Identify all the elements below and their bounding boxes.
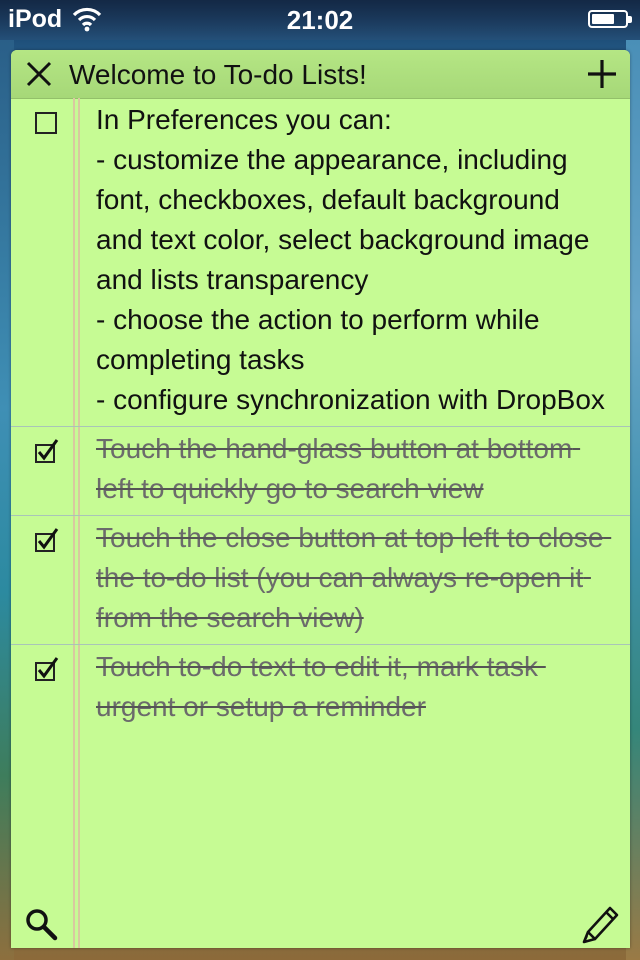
checked-checkbox-icon[interactable] xyxy=(33,528,59,554)
todo-item-text[interactable]: Touch to-do text to edit it, mark task u… xyxy=(96,645,612,733)
todo-item-text[interactable]: Touch the close button at top left to cl… xyxy=(96,516,612,644)
battery-icon xyxy=(588,10,632,28)
close-button[interactable] xyxy=(21,56,57,92)
list-title[interactable]: Welcome to To-do Lists! xyxy=(69,59,367,91)
close-icon xyxy=(26,61,52,87)
clock: 21:02 xyxy=(286,5,354,35)
search-icon xyxy=(26,909,58,941)
todo-item[interactable]: Touch the close button at top left to cl… xyxy=(11,516,630,645)
list-footer xyxy=(11,898,630,948)
battery-level xyxy=(592,14,614,24)
unchecked-checkbox-icon[interactable] xyxy=(33,110,59,136)
todo-item[interactable]: Touch the hand-glass button at bottom le… xyxy=(11,427,630,516)
todo-item[interactable]: Touch to-do text to edit it, mark task u… xyxy=(11,645,630,733)
plus-icon xyxy=(588,60,616,88)
todo-items: In Preferences you can: - customize the … xyxy=(11,98,630,733)
todo-item[interactable]: In Preferences you can: - customize the … xyxy=(11,98,630,427)
todo-item-text[interactable]: In Preferences you can: - customize the … xyxy=(96,98,612,426)
pencil-icon xyxy=(582,906,619,944)
checked-checkbox-icon[interactable] xyxy=(33,439,59,465)
status-bar: iPod 21:02 xyxy=(0,0,640,40)
todo-list-card: Welcome to To-do Lists! In Preferences y… xyxy=(11,50,630,948)
todo-item-text[interactable]: Touch the hand-glass button at bottom le… xyxy=(96,427,612,515)
search-button[interactable] xyxy=(23,906,59,942)
list-header: Welcome to To-do Lists! xyxy=(11,50,630,99)
edit-button[interactable] xyxy=(580,902,620,944)
checked-checkbox-icon[interactable] xyxy=(33,657,59,683)
add-item-button[interactable] xyxy=(584,56,620,92)
